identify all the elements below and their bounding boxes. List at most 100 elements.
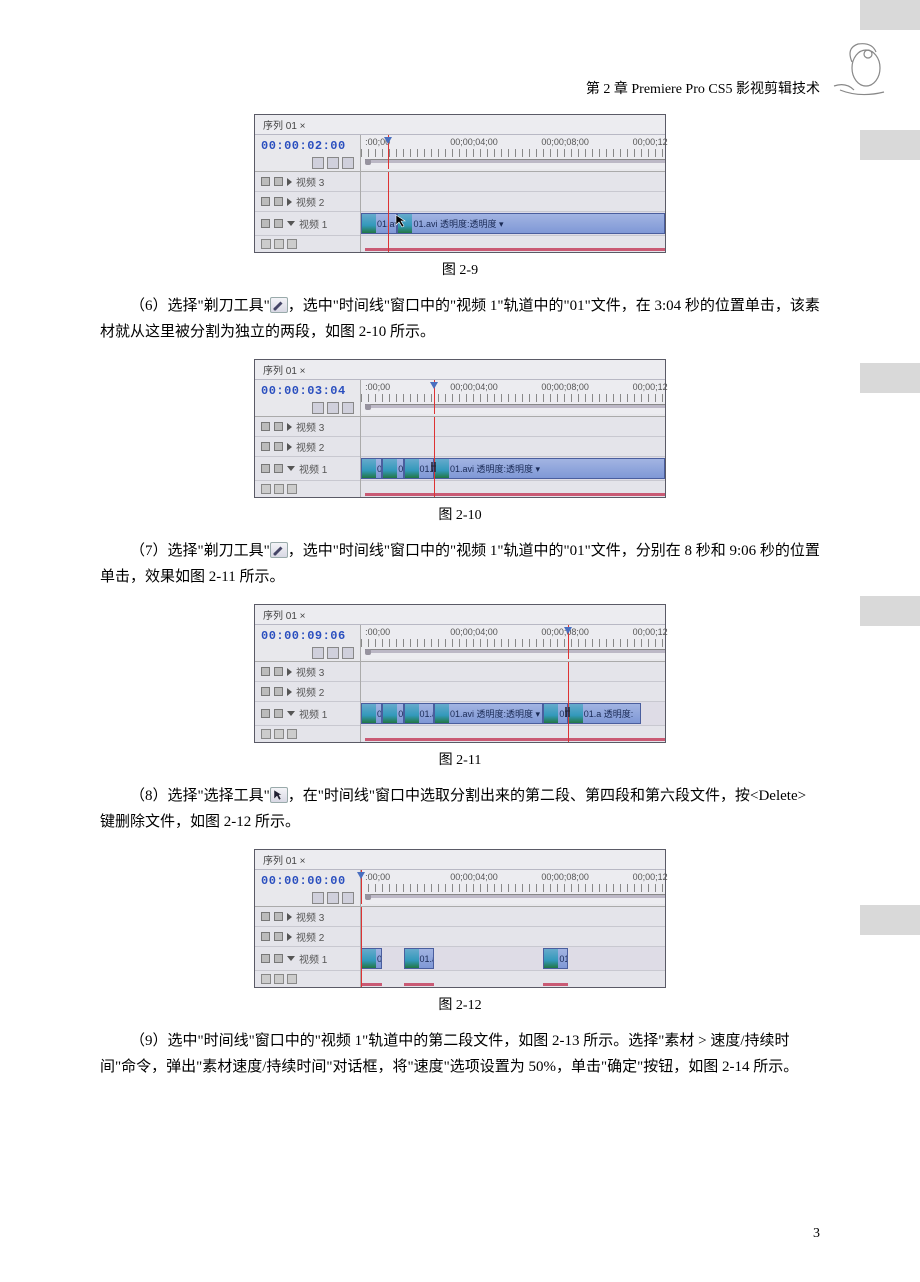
timeline-panel: 序列 01 × 00:00:00:00 :00;00 00;00;04;00 0… xyxy=(254,849,666,988)
playhead-line[interactable] xyxy=(568,662,569,742)
wrench-icon[interactable] xyxy=(342,157,354,169)
sequence-tab[interactable]: 序列 01 × xyxy=(255,605,665,625)
tick-label: 00;00;08;00 xyxy=(541,137,589,147)
clip[interactable]: 01.a xyxy=(382,703,403,724)
timeline-options[interactable] xyxy=(261,892,354,904)
chapter-header: 第 2 章 Premiere Pro CS5 影视剪辑技术 xyxy=(100,78,820,98)
track-controls[interactable] xyxy=(255,481,360,497)
clip[interactable]: 01.avi 透明度:透明度 ▾ xyxy=(397,213,665,234)
razor-tool-icon xyxy=(270,542,288,558)
timeline-options[interactable] xyxy=(261,402,354,414)
current-timecode[interactable]: 00:00:09:06 xyxy=(261,629,354,643)
track-header-v3[interactable]: 视频 3 xyxy=(255,662,360,682)
clip[interactable]: 01.avi xyxy=(361,948,382,969)
current-timecode[interactable]: 00:00:03:04 xyxy=(261,384,354,398)
track-controls[interactable] xyxy=(255,726,360,742)
lock-icon[interactable] xyxy=(274,177,283,186)
timeline-options[interactable] xyxy=(261,157,354,169)
figure-2-9: 序列 01 × 00:00:02:00 :00;00 00;00;04;00 0… xyxy=(100,114,820,279)
time-ruler[interactable]: :00;00 00;00;04;00 00;00;08;00 00;00;12 xyxy=(361,625,665,659)
figure-2-11: 序列 01 × 00:00:09:06 :00;00 00;00;04;00 0… xyxy=(100,604,820,769)
tick-label: 00;00;12 xyxy=(633,627,668,637)
paragraph-9: （9）选中"时间线"窗口中的"视频 1"轨道中的第二段文件，如图 2-13 所示… xyxy=(100,1028,820,1080)
clip[interactable]: 01.avi xyxy=(543,948,567,969)
eye-icon[interactable] xyxy=(261,177,270,186)
clip[interactable]: 01.a xyxy=(361,458,382,479)
snap-icon[interactable] xyxy=(312,157,324,169)
expand-icon[interactable] xyxy=(287,221,295,226)
tick-label: 00;00;12 xyxy=(633,872,668,882)
clip[interactable]: 01.avi xyxy=(404,703,434,724)
timeline-options[interactable] xyxy=(261,647,354,659)
selection-tool-icon xyxy=(270,787,288,803)
tick-label: 00;00;04;00 xyxy=(450,627,498,637)
tick-label: 00;00;12 xyxy=(633,137,668,147)
playhead[interactable] xyxy=(388,135,389,169)
chapter-ornament xyxy=(820,42,892,100)
track-name: 视频 1 xyxy=(299,216,327,231)
time-ruler[interactable]: :00;00 00;00;04;00 00;00;08;00 00;00;12 xyxy=(361,870,665,904)
paragraph-6: （6）选择"剃刀工具"，选中"时间线"窗口中的"视频 1"轨道中的"01"文件，… xyxy=(100,293,820,345)
current-timecode[interactable]: 00:00:00:00 xyxy=(261,874,354,888)
sequence-tab[interactable]: 序列 01 × xyxy=(255,115,665,135)
track-header-v2[interactable]: 视频 2 xyxy=(255,437,360,457)
track-controls[interactable] xyxy=(255,971,360,987)
time-ruler[interactable]: :00;00 00;00;04;00 00;00;08;00 00;00;12 xyxy=(361,380,665,414)
clip[interactable]: 01.avi xyxy=(361,213,397,234)
timeline-panel: 序列 01 × 00:00:09:06 :00;00 00;00;04;00 0… xyxy=(254,604,666,743)
track-controls[interactable] xyxy=(255,236,360,252)
track-header-v1[interactable]: 视频 1 xyxy=(255,212,360,236)
track-header-v1[interactable]: 视频 1 xyxy=(255,947,360,971)
timeline-panel: 序列 01 × 00:00:02:00 :00;00 00;00;04;00 0… xyxy=(254,114,666,253)
marker-icon[interactable] xyxy=(327,157,339,169)
timeline-panel: 序列 01 × 00:00:03:04 :00;00 00;00;04;00 0… xyxy=(254,359,666,498)
clip-thumbnail xyxy=(362,214,376,233)
track-header-v2[interactable]: 视频 2 xyxy=(255,682,360,702)
figure-2-12: 序列 01 × 00:00:00:00 :00;00 00;00;04;00 0… xyxy=(100,849,820,1014)
video1-track[interactable]: 01.avi 01.avi 01.avi xyxy=(361,947,665,971)
side-tab xyxy=(860,363,920,393)
collapse-icon[interactable] xyxy=(287,178,292,186)
track-header-v2[interactable]: 视频 2 xyxy=(255,927,360,947)
playhead[interactable] xyxy=(434,380,435,414)
playhead-line[interactable] xyxy=(434,417,435,497)
tick-label: 00;00;12 xyxy=(633,382,668,392)
video1-track[interactable]: 01.a 01.a 01.avi 01.avi 透明度:透明度 ▾ 01.av … xyxy=(361,702,665,726)
clip[interactable]: 01.a 透明度: xyxy=(568,703,641,724)
current-timecode[interactable]: 00:00:02:00 xyxy=(261,139,354,153)
tick-label: :00;00 xyxy=(365,382,390,392)
track-header-v3[interactable]: 视频 3 xyxy=(255,417,360,437)
clip[interactable]: 01.a xyxy=(361,703,382,724)
track-header-v3[interactable]: 视频 3 xyxy=(255,907,360,927)
eye-icon[interactable] xyxy=(261,197,270,206)
clip[interactable]: 01.avi 透明度:透明度 ▾ xyxy=(434,703,543,724)
clip[interactable]: 01.avi xyxy=(404,948,434,969)
sequence-tab[interactable]: 序列 01 × xyxy=(255,360,665,380)
lock-icon[interactable] xyxy=(274,197,283,206)
time-ruler[interactable]: :00;00 00;00;04;00 00;00;08;00 00;00;12 xyxy=(361,135,665,169)
razor-cursor-icon xyxy=(430,461,442,475)
razor-tool-icon xyxy=(270,297,288,313)
playhead-line[interactable] xyxy=(361,907,362,987)
track-name: 视频 2 xyxy=(296,194,324,209)
sequence-tab[interactable]: 序列 01 × xyxy=(255,850,665,870)
tick-label: 00;00;08;00 xyxy=(541,382,589,392)
track-header-v3[interactable]: 视频 3 xyxy=(255,172,360,192)
track-name: 视频 3 xyxy=(296,174,324,189)
playhead[interactable] xyxy=(361,870,362,904)
collapse-icon[interactable] xyxy=(287,198,292,206)
lock-icon[interactable] xyxy=(274,219,283,228)
video1-track[interactable]: 01.a 01.a 01.avi 01.avi 透明度:透明度 ▾ xyxy=(361,457,665,481)
side-tab xyxy=(860,0,920,30)
figure-caption: 图 2-12 xyxy=(100,994,820,1014)
playhead-line[interactable] xyxy=(388,172,389,252)
clip[interactable]: 01.a xyxy=(382,458,403,479)
paragraph-8: （8）选择"选择工具"，在"时间线"窗口中选取分割出来的第二段、第四段和第六段文… xyxy=(100,783,820,835)
track-header-v1[interactable]: 视频 1 xyxy=(255,457,360,481)
track-header-v1[interactable]: 视频 1 xyxy=(255,702,360,726)
paragraph-7: （7）选择"剃刀工具"，选中"时间线"窗口中的"视频 1"轨道中的"01"文件，… xyxy=(100,538,820,590)
playhead[interactable] xyxy=(568,625,569,659)
clip[interactable]: 01.avi 透明度:透明度 ▾ xyxy=(434,458,665,479)
track-header-v2[interactable]: 视频 2 xyxy=(255,192,360,212)
eye-icon[interactable] xyxy=(261,219,270,228)
